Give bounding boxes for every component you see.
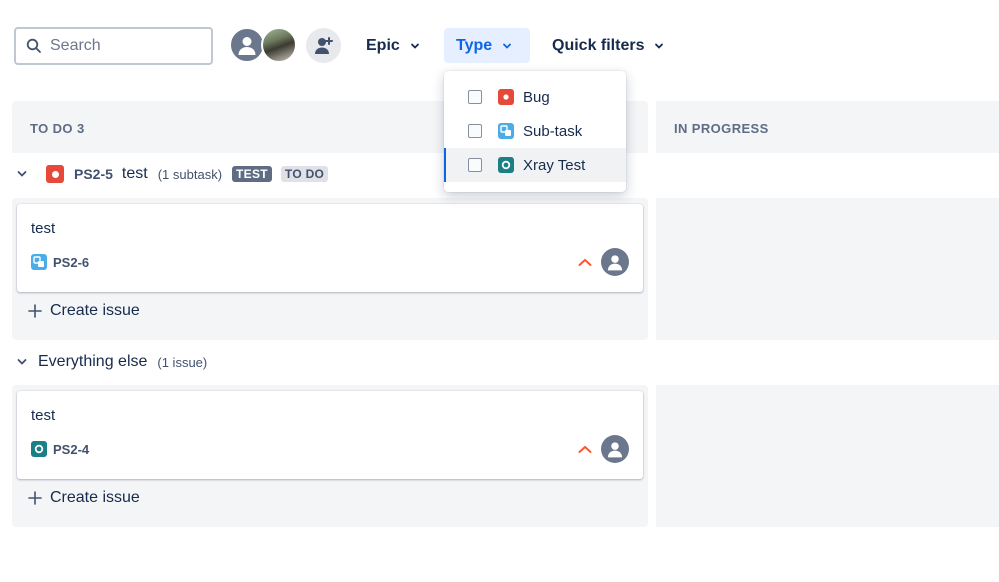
card-meta [577, 248, 629, 276]
priority-high-icon [578, 258, 592, 266]
swimlane-header[interactable]: Everything else (1 issue) [16, 353, 217, 371]
epic-filter-button[interactable]: Epic [354, 28, 432, 63]
menu-item-xray-test[interactable]: Xray Test [444, 148, 626, 182]
chevron-down-icon[interactable] [16, 356, 28, 368]
create-issue-label: Create issue [50, 489, 140, 506]
swimlane-cell: test PS2-6 Create issue [12, 198, 648, 340]
in-progress-cell [656, 198, 999, 340]
user-icon [607, 255, 623, 271]
swimlane-count: (1 subtask) [157, 166, 223, 182]
column-in-progress-header: IN PROGRESS [656, 101, 999, 153]
chevron-down-icon [410, 43, 419, 49]
create-issue-button[interactable]: Create issue [28, 302, 140, 320]
priority-high-icon [578, 445, 592, 453]
type-filter-button[interactable]: Type [444, 28, 530, 63]
status-lozenge: TO DO [280, 166, 329, 182]
user-icon [607, 442, 623, 458]
quick-filters-button[interactable]: Quick filters [540, 28, 676, 63]
issue-type-lozenge: TEST [232, 166, 272, 182]
plus-icon [28, 491, 42, 505]
menu-item-label: Bug [523, 88, 550, 106]
assignee-avatar[interactable] [601, 248, 629, 276]
card-footer: PS2-4 [31, 441, 98, 457]
xray-test-icon [31, 441, 47, 457]
checkbox[interactable] [468, 124, 482, 138]
xray-test-icon [498, 157, 514, 173]
create-issue-button[interactable]: Create issue [28, 489, 140, 507]
type-filter-menu: Bug Sub-task Xray Test [444, 71, 626, 192]
swimlane-header[interactable]: PS2-5 test (1 subtask) TEST TO DO [16, 165, 337, 183]
search-input[interactable] [50, 37, 190, 55]
chevron-down-icon[interactable] [16, 168, 28, 180]
card-meta [577, 435, 629, 463]
swimlane-cell: test PS2-4 Create issue [12, 385, 648, 527]
search-box[interactable] [14, 27, 213, 65]
swimlane-count: (1 issue) [157, 354, 208, 370]
epic-filter-label: Epic [366, 36, 400, 54]
menu-item-subtask[interactable]: Sub-task [444, 114, 626, 148]
add-person-icon [314, 36, 333, 54]
add-people-button[interactable] [306, 28, 341, 63]
card-title: test [31, 220, 56, 237]
type-filter-label: Type [456, 36, 493, 54]
plus-icon [28, 304, 42, 318]
checkbox[interactable] [468, 90, 482, 104]
quick-filters-label: Quick filters [552, 36, 645, 54]
card-footer: PS2-6 [31, 254, 98, 270]
avatar-group [229, 27, 297, 63]
card-issue-key[interactable]: PS2-4 [53, 442, 89, 457]
chevron-down-icon [503, 43, 512, 49]
column-todo-title: TO DO 3 [30, 121, 85, 136]
issue-card[interactable]: test PS2-6 [17, 204, 643, 292]
menu-item-bug[interactable]: Bug [444, 80, 626, 114]
bug-icon [498, 89, 514, 105]
search-icon [26, 38, 41, 53]
card-issue-key[interactable]: PS2-6 [53, 255, 89, 270]
in-progress-cell [656, 385, 999, 527]
assignee-avatar[interactable] [601, 435, 629, 463]
subtask-icon [498, 123, 514, 139]
checkbox[interactable] [468, 158, 482, 172]
user-icon [238, 37, 256, 55]
avatar-photo[interactable] [261, 27, 297, 63]
bug-icon [46, 165, 64, 183]
swimlane-title: Everything else [38, 353, 148, 370]
issue-key[interactable]: PS2-5 [74, 166, 113, 182]
subtask-icon [31, 254, 47, 270]
menu-item-label: Xray Test [523, 156, 586, 174]
card-title: test [31, 407, 56, 424]
swimlane-title: test [121, 165, 148, 182]
avatar[interactable] [229, 27, 265, 63]
column-in-progress-title: IN PROGRESS [674, 121, 769, 136]
chevron-down-icon [655, 43, 664, 49]
issue-card[interactable]: test PS2-4 [17, 391, 643, 479]
menu-item-label: Sub-task [523, 122, 583, 140]
create-issue-label: Create issue [50, 302, 140, 319]
